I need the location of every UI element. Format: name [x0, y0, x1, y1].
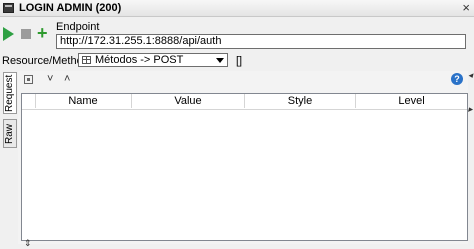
stop-button[interactable] — [21, 29, 31, 39]
window-titlebar: LOGIN ADMIN (200) × — [0, 0, 474, 17]
column-header-value[interactable]: Value — [132, 94, 245, 108]
side-splitter[interactable]: ◂ ▸ — [468, 70, 474, 248]
column-header-style[interactable]: Style — [245, 94, 356, 108]
app-icon — [3, 3, 14, 13]
column-header-name[interactable]: Name — [35, 94, 132, 108]
chevron-down-icon — [216, 58, 224, 63]
tab-raw[interactable]: Raw — [3, 119, 17, 148]
params-toolbar: ˅ ˄ — [22, 72, 82, 88]
splitter-arrow-icon: ◂ — [468, 70, 473, 80]
add-button[interactable]: + — [37, 24, 51, 42]
help-icon[interactable]: ? — [451, 73, 463, 85]
column-header-level[interactable]: Level — [356, 94, 467, 108]
vertical-tabs: Request Raw — [0, 70, 18, 245]
add-row-icon[interactable] — [24, 75, 33, 84]
resource-method-select[interactable]: Métodos -> POST — [78, 53, 228, 67]
params-table[interactable]: Name Value Style Level — [21, 93, 468, 241]
collapse-icon[interactable]: ˅ — [47, 73, 53, 85]
run-button[interactable] — [3, 27, 14, 41]
resource-method-value: Métodos -> POST — [95, 54, 184, 66]
resource-extra: [] — [236, 55, 243, 67]
tab-request[interactable]: Request — [3, 72, 17, 114]
endpoint-label: Endpoint — [56, 21, 100, 33]
table-corner — [22, 94, 36, 108]
expand-icon[interactable]: ˄ — [64, 73, 70, 85]
close-icon[interactable]: × — [462, 0, 470, 15]
resize-arrows-icon[interactable]: ⇕ — [24, 238, 32, 249]
method-grid-icon — [82, 56, 91, 64]
splitter-arrow-icon: ▸ — [468, 104, 473, 114]
table-header: Name Value Style Level — [22, 94, 467, 110]
window-title: LOGIN ADMIN (200) — [19, 2, 122, 14]
endpoint-input[interactable]: http://172.31.255.1:8888/api/auth — [56, 34, 466, 49]
